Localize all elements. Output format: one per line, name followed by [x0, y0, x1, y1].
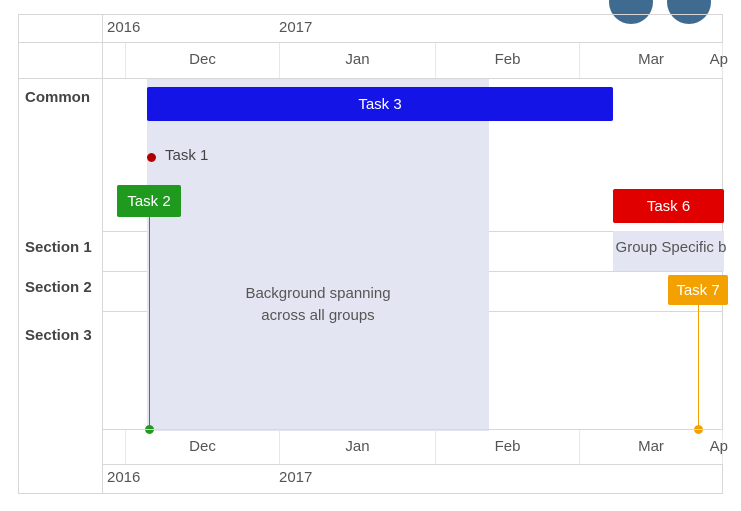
- month-col-mar-bottom: Mar: [579, 430, 723, 464]
- month-col-jan-top: Jan: [279, 43, 435, 78]
- task-point-task1-label: Task 1: [165, 147, 208, 164]
- task-flag-task2-line: [149, 217, 150, 429]
- footer: Dec Jan Feb Mar Ap 2016 2017: [103, 429, 722, 493]
- side-header-sub: [19, 43, 102, 79]
- background-group-specific-label: Group Specific b: [615, 239, 727, 256]
- background-all-groups: [147, 79, 489, 431]
- task-flag-task2[interactable]: Task 2: [117, 185, 181, 217]
- task-flag-task7[interactable]: Task 7: [668, 275, 728, 305]
- main-column: 2016 2017 Dec Jan Feb Mar Ap Background …: [103, 15, 722, 493]
- month-col-dec-bottom: Dec: [125, 430, 279, 464]
- month-col-apr-bottom: Ap: [710, 438, 728, 455]
- group-label-section3: Section 3: [25, 327, 92, 344]
- chart-area[interactable]: Common Section 1 Section 2 Section 3 201…: [18, 14, 723, 494]
- month-col-apr-top: Ap: [710, 51, 728, 68]
- month-col-jan-bottom: Jan: [279, 430, 435, 464]
- footer-years: 2016 2017: [103, 465, 722, 493]
- background-all-groups-label-1: Background spanning: [163, 285, 473, 302]
- task-bar-task3[interactable]: Task 3: [147, 87, 613, 121]
- task-flag-task7-line: [698, 305, 699, 429]
- month-col-mar-top: Mar: [579, 43, 723, 78]
- year-label-2016-top: 2016: [107, 19, 140, 36]
- year-label-2016-bottom: 2016: [107, 469, 140, 486]
- month-col-feb-bottom: Feb: [435, 430, 579, 464]
- task-bar-task6[interactable]: Task 6: [613, 189, 724, 223]
- group-label-section1: Section 1: [25, 239, 92, 256]
- group-label-common: Common: [25, 89, 90, 106]
- group-label-section2: Section 2: [25, 279, 92, 296]
- gantt-chart: Common Section 1 Section 2 Section 3 201…: [0, 0, 741, 511]
- month-col-dec-top: Dec: [125, 43, 279, 78]
- year-label-2017-top: 2017: [279, 19, 312, 36]
- side-column: Common Section 1 Section 2 Section 3: [19, 15, 103, 493]
- month-col-feb-top: Feb: [435, 43, 579, 78]
- task-point-task1[interactable]: [147, 153, 156, 162]
- side-header-top: [19, 15, 102, 43]
- footer-months: Dec Jan Feb Mar Ap: [103, 429, 722, 465]
- header-years-top: 2016 2017: [103, 15, 722, 43]
- year-label-2017-bottom: 2017: [279, 469, 312, 486]
- background-all-groups-label-2: across all groups: [163, 307, 473, 324]
- header-months-top: Dec Jan Feb Mar Ap: [103, 43, 722, 79]
